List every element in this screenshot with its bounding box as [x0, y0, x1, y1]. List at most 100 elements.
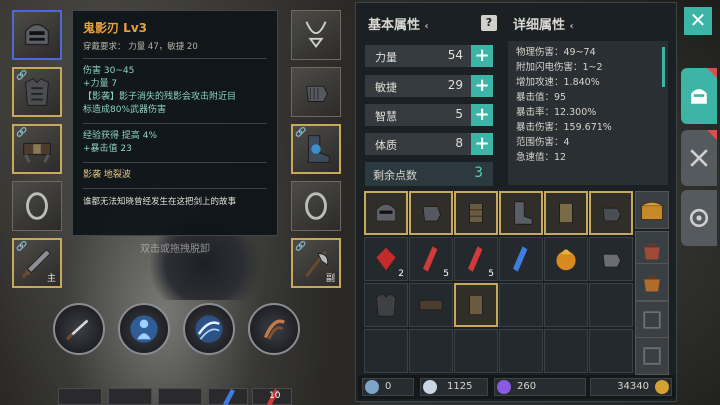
detail-attributes-header[interactable]: 详细属性 ‹: [513, 14, 574, 33]
inventory-slot-red-potion-2[interactable]: 5: [454, 237, 498, 281]
collapse-arrow-icon: ‹: [569, 21, 574, 32]
detail-line: 暴击伤害：159.671%: [516, 122, 612, 133]
item-damage: 伤害 30~45: [83, 66, 135, 76]
item-tooltip: 鬼影刃 Lv3 穿戴要求： 力量 47，敏捷 20 伤害 30~45 +力量 7…: [72, 10, 278, 236]
gloves-icon: [602, 207, 622, 222]
inventory-slot-empty[interactable]: [409, 329, 453, 373]
inventory-tab-locked[interactable]: [635, 301, 669, 339]
alert-badge: [707, 130, 717, 140]
inventory-slot-helmet[interactable]: [364, 191, 408, 235]
inventory-slot-empty[interactable]: [499, 329, 543, 373]
gloves-slot[interactable]: [291, 67, 341, 117]
fire-orb-icon: [556, 249, 576, 271]
add-strength-button[interactable]: +: [471, 45, 493, 67]
inventory-slot-fire-orb[interactable]: [544, 237, 588, 281]
main-weapon-slot[interactable]: 🔗 主: [12, 238, 62, 288]
boots-slot[interactable]: 🔗: [291, 124, 341, 174]
necklace-icon: [305, 21, 327, 48]
claw-icon: [263, 319, 285, 340]
quick-slot[interactable]: [58, 388, 102, 405]
inventory-slot-red-potion[interactable]: 5: [409, 237, 453, 281]
quick-slot[interactable]: [158, 388, 202, 405]
inventory-slot-gloves[interactable]: [589, 191, 633, 235]
attribute-name: 智慧: [375, 110, 397, 123]
inventory-slot-empty[interactable]: [589, 283, 633, 327]
necklace-slot[interactable]: [291, 10, 341, 60]
bracer-icon: [469, 295, 483, 315]
red-potion-icon: [468, 246, 483, 272]
attribute-name: 体质: [375, 139, 397, 152]
basic-attributes-header[interactable]: 基本属性 ‹: [368, 14, 429, 33]
lock-icon: 🔗: [295, 128, 307, 138]
helmet-icon: [376, 203, 396, 222]
inventory-slot-gloves-2[interactable]: [589, 237, 633, 281]
divider: [83, 58, 267, 59]
off-hand-label: 副: [325, 274, 335, 284]
inventory-slot-red-gem[interactable]: 2: [364, 237, 408, 281]
scrollbar[interactable]: [662, 47, 665, 87]
inventory-tab-bag-brown[interactable]: [635, 263, 669, 301]
tab-character[interactable]: [681, 68, 717, 124]
add-wisdom-button[interactable]: +: [471, 104, 493, 126]
divider: [83, 162, 267, 163]
divider: [83, 123, 267, 124]
gold-count: 34340: [617, 381, 649, 392]
armor-slot[interactable]: 🔗: [12, 67, 62, 117]
inventory-slot-empty[interactable]: [589, 329, 633, 373]
belt-slot[interactable]: 🔗: [12, 124, 62, 174]
gem-icon: [423, 380, 437, 394]
collapse-arrow-icon: ‹: [424, 21, 429, 32]
inventory-slot-empty[interactable]: [499, 283, 543, 327]
item-count: 5: [443, 269, 449, 279]
crystal-count: 260: [517, 381, 537, 392]
inventory-tab-chest[interactable]: [635, 191, 669, 229]
inventory-slot-belt[interactable]: [409, 283, 453, 327]
crystal-icon: [497, 380, 511, 394]
quick-slot[interactable]: [108, 388, 152, 405]
inventory-slot-boots[interactable]: [499, 191, 543, 235]
inventory-slot-empty[interactable]: [364, 329, 408, 373]
tab-skills[interactable]: [681, 130, 717, 186]
item-lore: 谁都无法知晓曾经发生在这把剑上的故事: [83, 197, 237, 207]
inventory-slot-bracer-3[interactable]: [454, 283, 498, 327]
detail-line: 范围伤害：4: [516, 137, 570, 148]
item-effect-line-1: 【影袭】影子消失的残影会攻击附近目: [83, 92, 237, 102]
ring-slot-right[interactable]: [291, 181, 341, 231]
tab-settings[interactable]: [681, 190, 717, 246]
quick-slot-red-potion[interactable]: 10: [252, 388, 292, 405]
attribute-name: 敏捷: [375, 81, 397, 94]
item-skills: 影袭 地裂波: [83, 170, 131, 180]
quick-slot-blue-potion[interactable]: [208, 388, 248, 405]
inventory-slot-blue-potion[interactable]: [499, 237, 543, 281]
crystal-counter: 260: [494, 378, 586, 396]
ring-slot-left[interactable]: [12, 181, 62, 231]
add-agility-button[interactable]: +: [471, 75, 493, 97]
skill-button-claw[interactable]: [248, 303, 300, 355]
detail-line: 增加攻速：1.840%: [516, 77, 600, 88]
close-button[interactable]: ✕: [684, 7, 712, 35]
skill-button-wave[interactable]: [183, 303, 235, 355]
main-hand-label: 主: [46, 274, 56, 284]
wave-slash-icon: [195, 315, 223, 343]
inventory-slot-gauntlet[interactable]: [409, 191, 453, 235]
skill-button-slash[interactable]: [53, 303, 105, 355]
remaining-points: 剩余点数 3: [365, 162, 493, 186]
item-exp-bonus: 经验获得 提高 4%: [83, 131, 157, 141]
detail-attributes-list[interactable]: 物理伤害：49~74 附加闪电伤害：1~2 增加攻速：1.840% 暴击值：95…: [508, 41, 668, 185]
offhand-weapon-slot[interactable]: 🔗 副: [291, 238, 341, 288]
inventory-slot-empty[interactable]: [454, 329, 498, 373]
help-icon[interactable]: ?: [481, 15, 497, 31]
inventory-tab-locked[interactable]: [635, 337, 669, 375]
attribute-value: 54: [447, 48, 463, 62]
inventory-slot-chest[interactable]: [364, 283, 408, 327]
add-constitution-button[interactable]: +: [471, 133, 493, 155]
inventory-slot-bracer[interactable]: [454, 191, 498, 235]
inventory-slot-empty[interactable]: [544, 283, 588, 327]
inventory-slot-bracer-2[interactable]: [544, 191, 588, 235]
inventory-slot-empty[interactable]: [544, 329, 588, 373]
helmet-slot[interactable]: [12, 10, 62, 60]
bracer-icon: [469, 203, 483, 223]
item-effect-line-2: 标造成80%武器伤害: [83, 105, 167, 115]
crossed-swords-icon: [690, 149, 708, 167]
skill-button-shadow[interactable]: [118, 303, 170, 355]
